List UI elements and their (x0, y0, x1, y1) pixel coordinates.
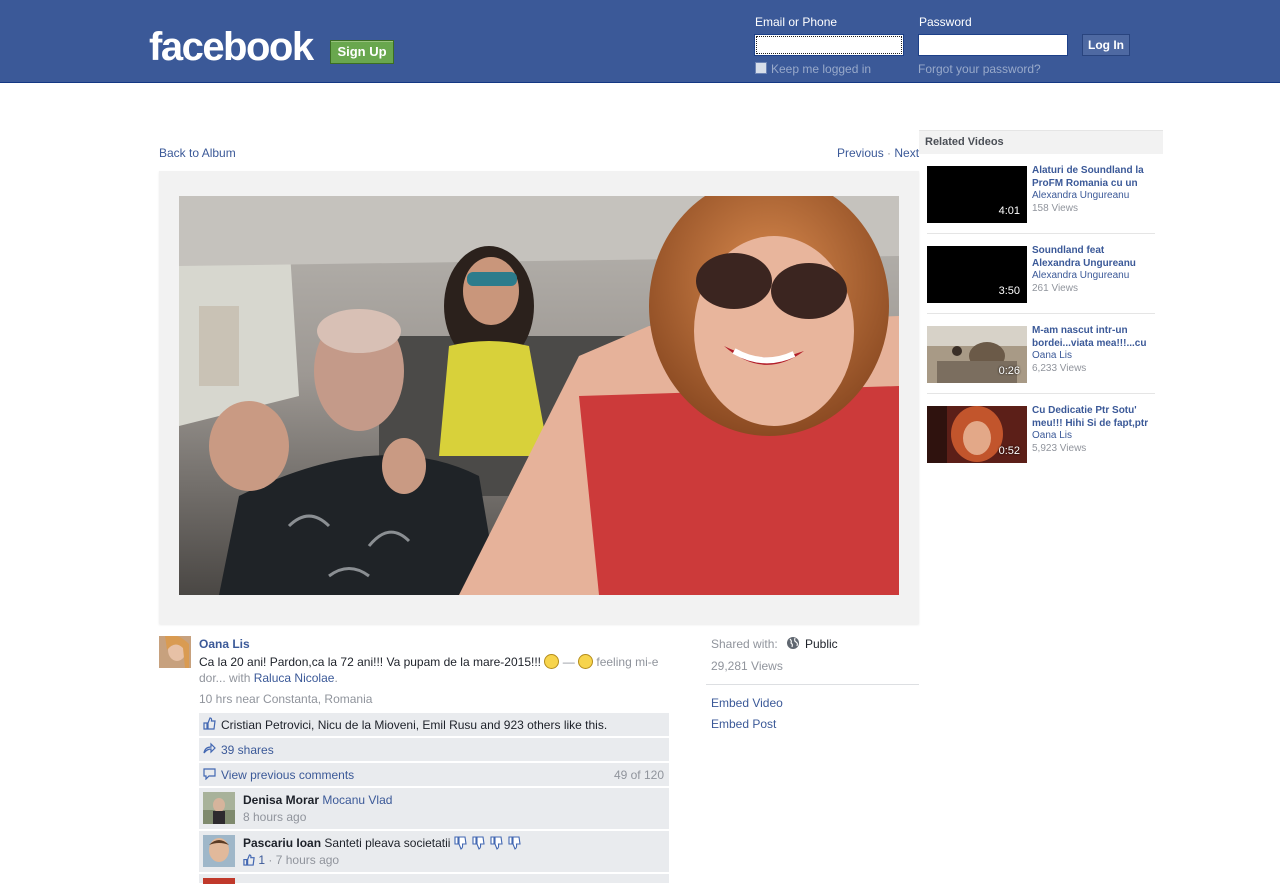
comment-mention-link[interactable]: Mocanu Vlad (322, 793, 392, 807)
log-in-button[interactable]: Log In (1082, 34, 1130, 56)
shares-link[interactable]: 39 shares (221, 743, 274, 757)
related-video-item[interactable]: 0:52 Cu Dedicatie Ptr Sotu' meu!!! Hihi … (927, 404, 1155, 486)
password-label: Password (919, 15, 972, 29)
related-video-views: 158 Views (1032, 203, 1078, 214)
tagged-friend-link[interactable]: Raluca Nicolae (254, 671, 335, 685)
video-player[interactable] (179, 196, 899, 595)
likes-row: Cristian Petrovici, Nicu de la Mioveni, … (199, 713, 669, 737)
next-link[interactable]: Next (894, 146, 919, 160)
back-to-album-link[interactable]: Back to Album (159, 146, 236, 160)
keep-logged-in-label[interactable]: Keep me logged in (771, 62, 871, 76)
status-message: Ca la 20 ani! Pardon,ca la 72 ani!!! Va … (199, 655, 541, 669)
video-frame-image (179, 196, 899, 595)
divider (927, 393, 1155, 394)
email-field[interactable] (754, 34, 904, 56)
divider (927, 233, 1155, 234)
related-video-thumbnail[interactable]: 3:50 (927, 246, 1027, 303)
commenter-name[interactable]: Denisa Morar (243, 793, 319, 807)
video-duration: 4:01 (998, 205, 1020, 217)
comment-like-icon (243, 854, 255, 866)
commenter-avatar[interactable] (203, 835, 235, 867)
embed-video-link[interactable]: Embed Video (711, 696, 783, 710)
tagged-period: . (334, 671, 338, 685)
related-video-author[interactable]: Oana Lis (1032, 430, 1072, 441)
keep-logged-in-checkbox[interactable] (755, 62, 767, 74)
share-arrow-icon (203, 742, 216, 754)
with-label: with (229, 671, 251, 685)
related-video-author[interactable]: Alexandra Ungureanu (1032, 270, 1129, 281)
facebook-logo[interactable]: facebook (149, 24, 314, 70)
commenter-name[interactable]: Pascariu Ioan (243, 836, 321, 850)
comments-count: 49 of 120 (613, 768, 664, 782)
author-avatar[interactable] (159, 636, 191, 668)
smile-emoji-icon (544, 654, 560, 669)
previous-link[interactable]: Previous (837, 146, 884, 160)
related-video-title[interactable]: Cu Dedicatie Ptr Sotu' meu!!! Hihi Si de… (1032, 404, 1154, 430)
commenter-avatar[interactable] (203, 792, 235, 824)
related-video-thumbnail[interactable]: 0:26 (927, 326, 1027, 383)
commenter-avatar[interactable] (203, 878, 235, 884)
sad-emoji-icon (578, 654, 594, 669)
related-video-views: 5,923 Views (1032, 443, 1087, 454)
view-previous-comments-link[interactable]: View previous comments (221, 768, 354, 782)
top-bar: facebook Sign Up Email or Phone Password… (0, 0, 1280, 83)
comment-item-partial (199, 874, 669, 884)
video-duration: 0:26 (998, 365, 1020, 377)
audience-public[interactable]: Public (805, 637, 838, 651)
forgot-password-link[interactable]: Forgot your password? (918, 62, 1041, 76)
email-label: Email or Phone (755, 15, 838, 29)
related-video-title[interactable]: Alaturi de Soundland la ProFM Romania cu… (1032, 164, 1154, 190)
view-count: 29,281 Views (711, 659, 783, 673)
related-video-thumbnail[interactable]: 4:01 (927, 166, 1027, 223)
previous-comments-row: View previous comments 49 of 120 (199, 763, 669, 787)
comment-timestamp[interactable]: 7 hours ago (276, 853, 339, 867)
related-video-views: 261 Views (1032, 283, 1078, 294)
sign-up-button[interactable]: Sign Up (330, 40, 394, 64)
comment-like-count[interactable]: 1 (258, 853, 265, 867)
related-video-thumbnail[interactable]: 0:52 (927, 406, 1027, 463)
comment-bubble-icon (203, 768, 216, 780)
video-duration: 3:50 (998, 285, 1020, 297)
shares-row: 39 shares (199, 738, 669, 762)
related-video-item[interactable]: 0:26 M-am nascut intr-un bordei...viata … (927, 324, 1155, 406)
globe-icon (787, 637, 799, 649)
related-video-author[interactable]: Alexandra Ungureanu (1032, 190, 1129, 201)
related-video-title[interactable]: Soundland feat Alexandra Ungureanu (1032, 244, 1154, 270)
embed-post-link[interactable]: Embed Post (711, 717, 776, 731)
related-video-item[interactable]: 4:01 Alaturi de Soundland la ProFM Roman… (927, 164, 1155, 246)
photo-pager: Previous · Next (837, 146, 919, 160)
shared-with-label: Shared with: (711, 637, 778, 651)
thumbs-up-icon (203, 717, 216, 730)
post-meta[interactable]: 10 hrs near Constanta, Romania (199, 692, 372, 706)
post-status-text: Ca la 20 ani! Pardon,ca la 72 ani!!! Va … (199, 654, 674, 686)
related-video-item[interactable]: 3:50 Soundland feat Alexandra Ungureanu … (927, 244, 1155, 326)
likes-summary[interactable]: Cristian Petrovici, Nicu de la Mioveni, … (221, 718, 607, 732)
thumbs-down-icon (454, 836, 521, 850)
related-videos-heading: Related Videos (919, 130, 1163, 154)
video-duration: 0:52 (998, 445, 1020, 457)
comment-timestamp[interactable]: 8 hours ago (243, 809, 669, 826)
divider (706, 684, 919, 685)
comment-item: Pascariu Ioan Santeti pleava societatii … (199, 831, 669, 873)
pager-separator: · (887, 146, 892, 160)
post-author-link[interactable]: Oana Lis (199, 637, 250, 651)
related-video-views: 6,233 Views (1032, 363, 1087, 374)
related-video-author[interactable]: Oana Lis (1032, 350, 1072, 361)
comment-text: Santeti pleava societatii (324, 836, 451, 850)
related-video-title[interactable]: M-am nascut intr-un bordei...viata mea!!… (1032, 324, 1154, 350)
divider (927, 313, 1155, 314)
password-field[interactable] (918, 34, 1068, 56)
comment-item: Denisa Morar Mocanu Vlad 8 hours ago (199, 788, 669, 830)
feeling-separator: — (562, 655, 575, 669)
